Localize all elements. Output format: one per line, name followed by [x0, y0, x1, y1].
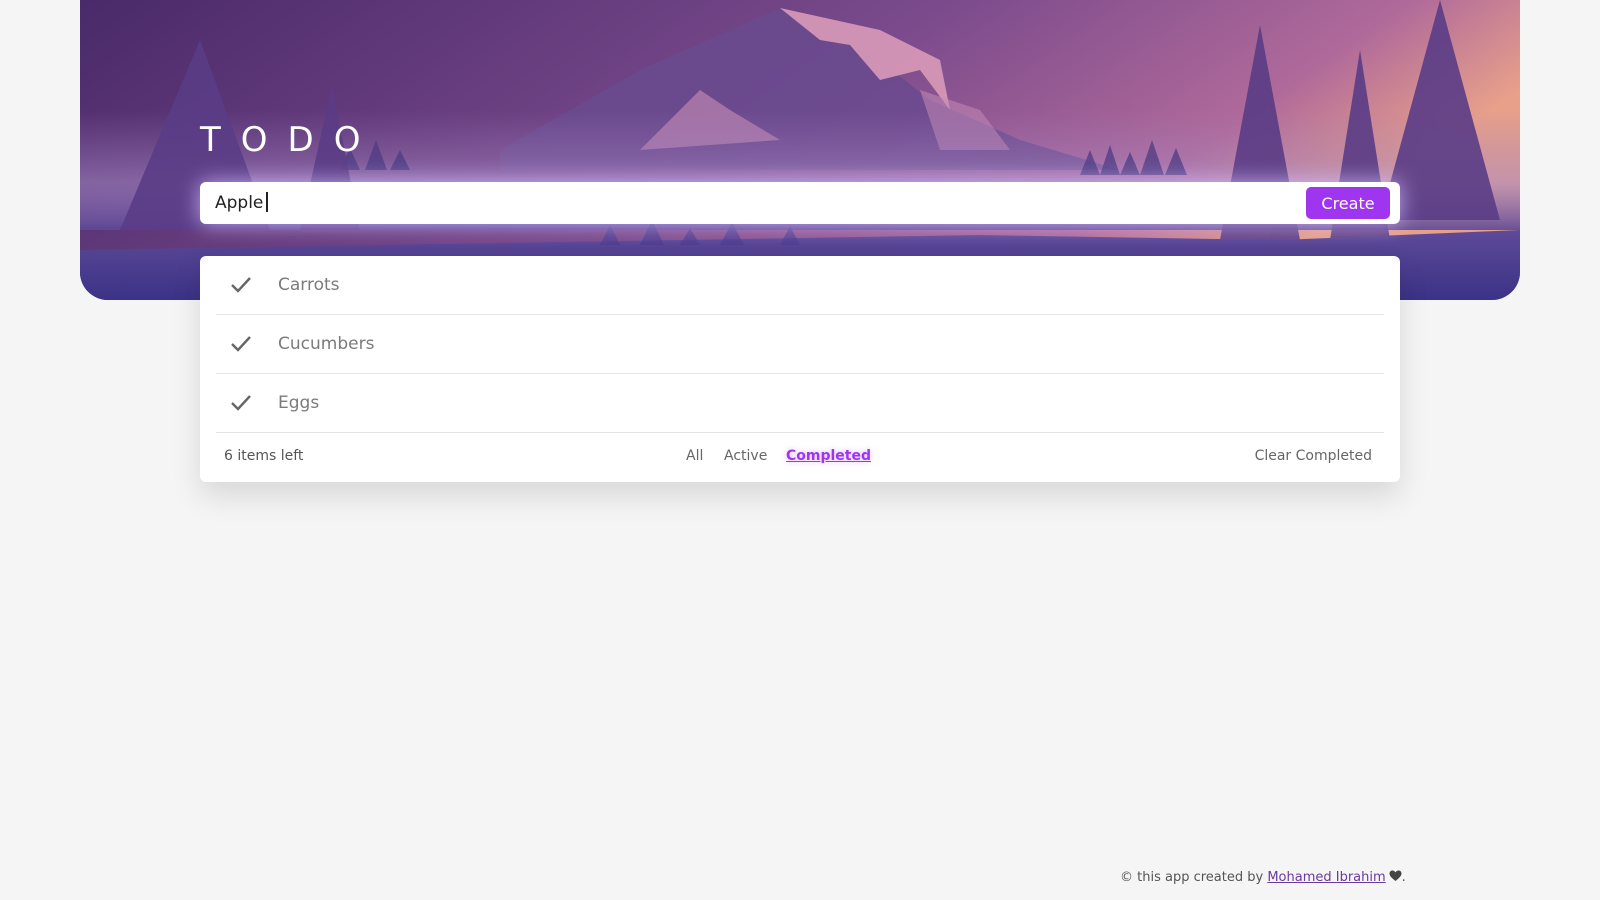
- todo-item-carrots: Carrots: [216, 256, 1384, 315]
- check-icon[interactable]: [230, 393, 252, 413]
- create-button[interactable]: Create: [1306, 187, 1390, 219]
- credit-line: © this app created by Mohamed Ibrahim.: [1120, 868, 1406, 888]
- filter-group: All Active Completed: [200, 434, 1400, 478]
- author-link[interactable]: Mohamed Ibrahim: [1267, 870, 1385, 885]
- text-cursor: [266, 191, 268, 212]
- credit-prefix: © this app created by: [1120, 870, 1264, 885]
- check-icon[interactable]: [230, 334, 252, 354]
- credit-suffix: .: [1401, 870, 1406, 885]
- todo-footer: 6 items left All Active Completed Clear …: [200, 434, 1400, 478]
- heart-icon: [1389, 870, 1402, 881]
- todo-item-cucumbers: Cucumbers: [216, 315, 1384, 374]
- todo-app: TODO Apple Create Carrots Cucumbers Eggs: [0, 0, 1600, 900]
- todo-list: Carrots Cucumbers Eggs 6 items left All …: [200, 256, 1400, 482]
- new-todo-input-value: Apple: [215, 193, 264, 213]
- todo-label: Carrots: [278, 275, 340, 295]
- filter-completed[interactable]: Completed: [786, 434, 871, 478]
- clear-completed-button[interactable]: Clear Completed: [1255, 434, 1372, 478]
- app-title: TODO: [200, 120, 381, 160]
- filter-active[interactable]: Active: [724, 434, 767, 478]
- todo-label: Cucumbers: [278, 334, 375, 354]
- todo-label: Eggs: [278, 393, 320, 413]
- todo-item-eggs: Eggs: [216, 374, 1384, 433]
- new-todo-input[interactable]: Apple: [215, 182, 268, 224]
- new-todo-form: Apple Create: [200, 182, 1400, 224]
- filter-all[interactable]: All: [686, 434, 703, 478]
- check-icon[interactable]: [230, 275, 252, 295]
